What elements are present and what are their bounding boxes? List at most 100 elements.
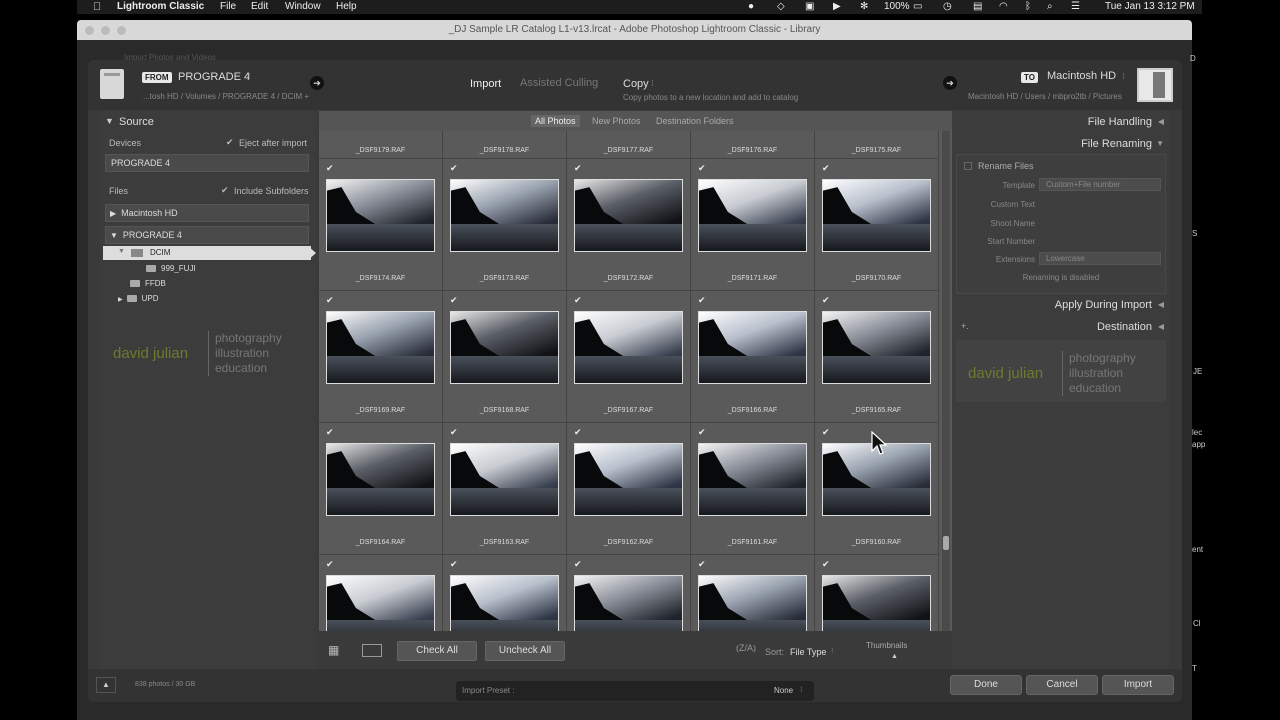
photo-thumbnail[interactable]: [450, 179, 559, 252]
photo-cell[interactable]: ✔ _DSF9169.RAF: [319, 291, 443, 423]
mode-import[interactable]: Import: [470, 78, 501, 90]
mirror-icon[interactable]: ▤: [973, 1, 982, 12]
from-arrow-icon[interactable]: ➔: [310, 76, 324, 90]
loupe-view-icon[interactable]: [362, 644, 382, 657]
template-select[interactable]: Custom+File number: [1039, 178, 1161, 191]
sort-dropdown-icon[interactable]: ⁝: [831, 646, 834, 655]
import-preset-dropdown-icon[interactable]: ⁝: [800, 685, 803, 694]
photo-checkbox[interactable]: ✔: [450, 295, 458, 306]
menu-window[interactable]: Window: [285, 1, 321, 12]
wifi-icon[interactable]: ◠: [999, 1, 1008, 12]
photo-thumbnail[interactable]: [822, 311, 931, 384]
photo-thumbnail[interactable]: [574, 575, 683, 631]
photo-cell[interactable]: _DSF9179.RAF: [319, 131, 443, 159]
photo-thumbnail[interactable]: [698, 575, 807, 631]
photo-checkbox[interactable]: ✔: [326, 559, 334, 570]
photo-thumbnail[interactable]: [574, 443, 683, 516]
photo-cell[interactable]: _DSF9175.RAF: [815, 131, 939, 159]
folder-row-upd[interactable]: ▶ UPD: [118, 294, 159, 303]
photo-cell[interactable]: ✔: [319, 555, 443, 631]
file-renaming-header[interactable]: File Renaming: [1081, 138, 1152, 150]
photo-cell[interactable]: _DSF9178.RAF: [443, 131, 567, 159]
include-subfolders-label[interactable]: Include Subfolders: [234, 186, 309, 196]
photo-cell[interactable]: ✔: [567, 555, 691, 631]
photo-cell[interactable]: ✔ _DSF9174.RAF: [319, 159, 443, 291]
grid-scroll-thumb[interactable]: [943, 536, 949, 550]
bluetooth-icon[interactable]: ᛒ: [1025, 1, 1031, 12]
photo-checkbox[interactable]: ✔: [450, 559, 458, 570]
battery-icon[interactable]: ▭: [913, 1, 922, 12]
sort-select[interactable]: File Type: [790, 647, 826, 657]
menu-file[interactable]: File: [220, 1, 236, 12]
uncheck-all-button[interactable]: Uncheck All: [485, 641, 565, 661]
photo-checkbox[interactable]: ✔: [574, 559, 582, 570]
photo-cell[interactable]: ✔ _DSF9162.RAF: [567, 423, 691, 555]
grid-view-icon[interactable]: ▦: [328, 643, 350, 657]
photo-cell[interactable]: ✔ _DSF9167.RAF: [567, 291, 691, 423]
photo-checkbox[interactable]: ✔: [822, 295, 830, 306]
source-collapse-icon[interactable]: ▼: [105, 116, 114, 126]
photo-checkbox[interactable]: ✔: [822, 559, 830, 570]
expand-arrow-icon[interactable]: ▶: [110, 209, 116, 218]
photo-thumbnail[interactable]: [574, 179, 683, 252]
from-dropdown-icon[interactable]: ⁝: [248, 71, 251, 82]
mode-assisted-culling[interactable]: Assisted Culling: [520, 77, 598, 89]
folder-row-dcim[interactable]: ▼ DCIM: [103, 246, 311, 260]
photo-cell[interactable]: ✔ _DSF9161.RAF: [691, 423, 815, 555]
device-selected[interactable]: PROGRADE 4: [105, 154, 309, 172]
photo-cell[interactable]: _DSF9176.RAF: [691, 131, 815, 159]
photo-cell[interactable]: ✔ _DSF9170.RAF: [815, 159, 939, 291]
menu-help[interactable]: Help: [336, 1, 357, 12]
file-handling-expand-icon[interactable]: ◀: [1158, 117, 1164, 126]
photo-cell[interactable]: ✔ _DSF9166.RAF: [691, 291, 815, 423]
clock-icon[interactable]: ◷: [943, 1, 952, 12]
thumbnail-size-slider[interactable]: ▲: [891, 653, 898, 660]
photo-checkbox[interactable]: ✔: [326, 427, 334, 438]
photo-checkbox[interactable]: ✔: [450, 163, 458, 174]
photo-cell[interactable]: ✔: [815, 555, 939, 631]
photo-thumbnail[interactable]: [822, 179, 931, 252]
import-preset-bar[interactable]: Import Preset : None ⁝: [456, 681, 814, 701]
eject-checkbox-icon[interactable]: ✔: [226, 137, 234, 148]
tab-new-photos[interactable]: New Photos: [588, 115, 645, 127]
tab-destination-folders[interactable]: Destination Folders: [652, 115, 738, 127]
photo-thumbnail[interactable]: [450, 443, 559, 516]
photo-checkbox[interactable]: ✔: [698, 559, 706, 570]
to-arrow-icon[interactable]: ➔: [943, 76, 957, 90]
photo-checkbox[interactable]: ✔: [574, 163, 582, 174]
file-handling-header[interactable]: File Handling: [1088, 116, 1152, 128]
photo-thumbnail[interactable]: [822, 575, 931, 631]
photo-thumbnail[interactable]: [698, 179, 807, 252]
photo-cell[interactable]: ✔ _DSF9164.RAF: [319, 423, 443, 555]
fan-icon[interactable]: ✻: [860, 1, 868, 12]
folder-expand-icon[interactable]: ▼: [118, 248, 125, 255]
diamond-icon[interactable]: ◇: [777, 1, 785, 12]
to-dropdown-icon[interactable]: ⁝: [1122, 71, 1125, 82]
collapse-panel-icon[interactable]: ▲: [96, 677, 116, 693]
photo-thumbnail[interactable]: [574, 311, 683, 384]
photo-thumbnail[interactable]: [450, 311, 559, 384]
destination-drive-icon[interactable]: [1137, 68, 1173, 102]
folder-row-ffdb[interactable]: FFDB: [130, 279, 166, 288]
record-icon[interactable]: ●: [748, 1, 754, 12]
app-icon[interactable]: ▣: [805, 1, 814, 12]
menubar-datetime[interactable]: Tue Jan 13 3:12 PM: [1105, 1, 1195, 12]
rename-files-checkbox[interactable]: [964, 162, 972, 170]
grid-scrollbar[interactable]: [942, 131, 950, 631]
done-button[interactable]: Done: [950, 675, 1022, 695]
check-all-button[interactable]: Check All: [397, 641, 477, 661]
d-icon[interactable]: ▶: [833, 1, 841, 12]
apply-during-import-header[interactable]: Apply During Import: [1055, 299, 1152, 311]
photo-cell[interactable]: ✔ _DSF9171.RAF: [691, 159, 815, 291]
photo-cell[interactable]: ✔ _DSF9168.RAF: [443, 291, 567, 423]
destination-header[interactable]: Destination: [1097, 321, 1152, 333]
extensions-select[interactable]: Lowercase: [1039, 252, 1161, 265]
folder-row-999-fuji[interactable]: 999_FUJI: [146, 264, 196, 273]
source-device-icon[interactable]: [100, 69, 124, 99]
photo-checkbox[interactable]: ✔: [698, 163, 706, 174]
file-renaming-collapse-icon[interactable]: ▼: [1156, 139, 1164, 148]
cancel-button[interactable]: Cancel: [1026, 675, 1098, 695]
photo-cell[interactable]: ✔ _DSF9163.RAF: [443, 423, 567, 555]
photo-thumbnail[interactable]: [326, 575, 435, 631]
photo-checkbox[interactable]: ✔: [574, 295, 582, 306]
